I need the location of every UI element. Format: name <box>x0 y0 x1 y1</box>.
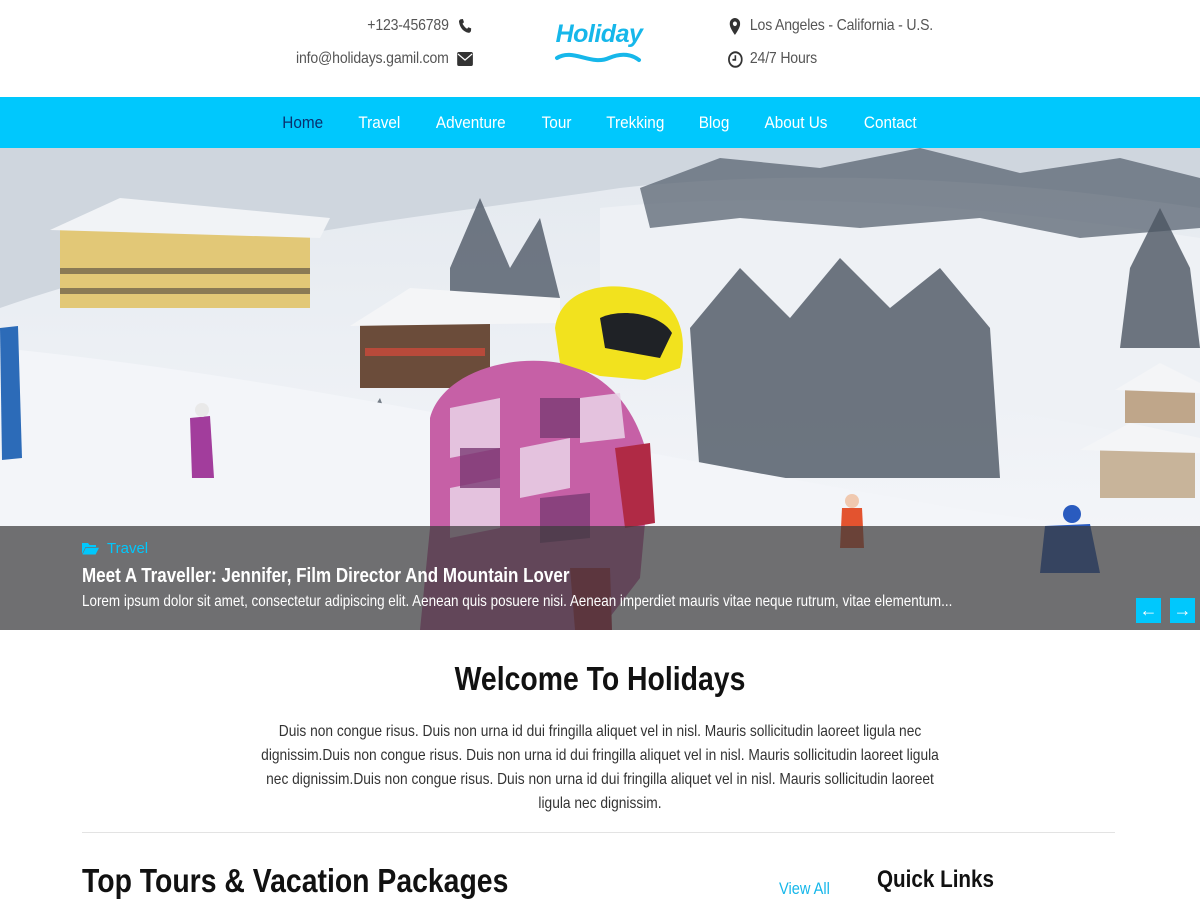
nav-item-trekking[interactable]: Trekking <box>606 113 664 133</box>
slide-category[interactable]: Travel <box>82 540 148 557</box>
envelope-icon <box>456 50 472 68</box>
hero-slider: Travel Meet A Traveller: Jennifer, Film … <box>0 148 1200 630</box>
contact-info-left: +123-456789 info@holidays.gamil.com <box>272 14 472 80</box>
nav-item-travel[interactable]: Travel <box>358 113 400 133</box>
phone-icon <box>456 17 472 35</box>
nav-item-blog[interactable]: Blog <box>699 113 730 133</box>
location-row: Los Angeles - California - U.S. <box>727 14 933 38</box>
main-navigation: Home Travel Adventure Tour Trekking Blog… <box>0 97 1200 148</box>
view-all-link[interactable]: View All <box>779 879 830 899</box>
slider-prev-button[interactable]: ← <box>1136 598 1161 623</box>
packages-title: Top Tours & Vacation Packages <box>82 862 509 899</box>
slide-category-label[interactable]: Travel <box>107 540 148 557</box>
slide-caption: Travel Meet A Traveller: Jennifer, Film … <box>0 526 1200 630</box>
clock-icon <box>727 50 743 68</box>
email-address[interactable]: info@holidays.gamil.com <box>296 50 449 68</box>
nav-item-tour[interactable]: Tour <box>541 113 571 133</box>
site-header: +123-456789 info@holidays.gamil.com Holi… <box>0 0 1200 97</box>
welcome-text: Duis non congue risus. Duis non urna id … <box>261 723 939 812</box>
site-logo[interactable]: Holiday <box>553 20 645 76</box>
nav-item-about-us[interactable]: About Us <box>765 113 828 133</box>
map-marker-icon <box>727 17 743 35</box>
section-divider <box>82 832 1115 833</box>
phone-row[interactable]: +123-456789 <box>296 14 472 38</box>
hours-row: 24/7 Hours <box>727 47 933 71</box>
hours-text: 24/7 Hours <box>749 50 818 67</box>
email-row[interactable]: info@holidays.gamil.com <box>296 47 472 71</box>
phone-number[interactable]: +123-456789 <box>367 17 449 35</box>
logo-wave <box>555 52 641 63</box>
welcome-title: Welcome To Holidays <box>454 660 746 697</box>
quick-links-title: Quick Links <box>877 866 995 893</box>
slider-next-button[interactable]: → <box>1170 598 1195 623</box>
location-text: Los Angeles - California - U.S. <box>749 17 934 34</box>
slide-title[interactable]: Meet A Traveller: Jennifer, Film Directo… <box>82 565 569 588</box>
arrow-left-icon: ← <box>1139 600 1158 620</box>
slide-excerpt: Lorem ipsum dolor sit amet, consectetur … <box>82 593 953 610</box>
nav-item-adventure[interactable]: Adventure <box>436 113 506 133</box>
contact-info-right: Los Angeles - California - U.S. 24/7 Hou… <box>727 14 961 80</box>
folder-open-icon <box>82 542 99 555</box>
arrow-right-icon: → <box>1173 600 1192 620</box>
nav-item-home[interactable]: Home <box>282 113 323 133</box>
logo-text: Holiday <box>555 20 643 48</box>
nav-item-contact[interactable]: Contact <box>864 113 917 133</box>
